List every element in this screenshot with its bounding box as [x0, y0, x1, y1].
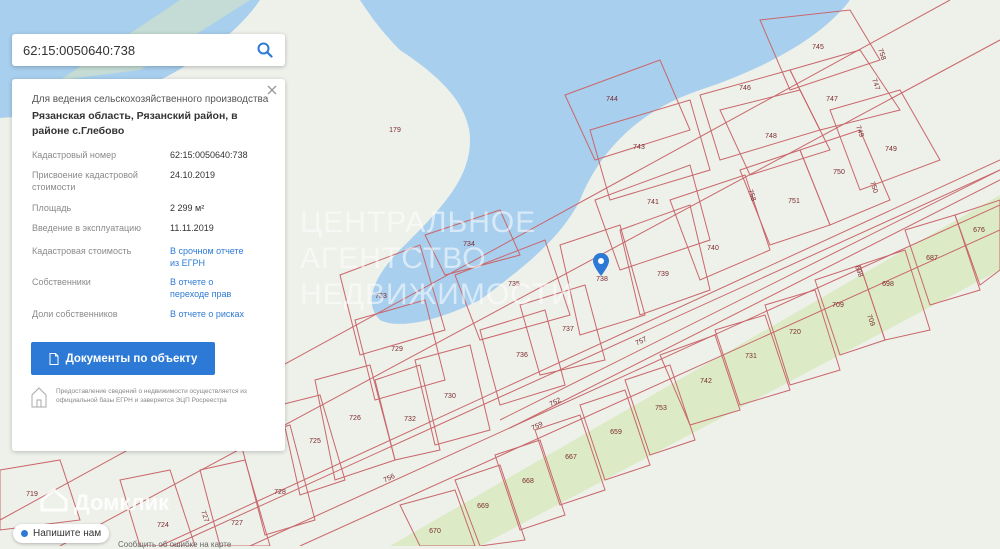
parcel-info-card: Для ведения сельскохозяйственного произв…	[12, 79, 285, 451]
owners-link[interactable]: В отчете о переходе прав	[170, 276, 250, 300]
search-bar	[12, 34, 285, 66]
parcel-label: 745	[812, 44, 824, 51]
parcel-label: 748	[765, 133, 777, 140]
parcel-label: 747	[826, 96, 838, 103]
parcel-label: 744	[606, 96, 618, 103]
search-input[interactable]	[21, 41, 250, 59]
report-error-link[interactable]: Сообщить об ошибке на карте	[118, 540, 231, 549]
parcel-label: 746	[739, 85, 751, 92]
cadastral-value-link[interactable]: В срочном отчете из ЕГРН	[170, 245, 250, 269]
documents-button-label: Документы по объекту	[65, 352, 198, 365]
parcel-label: 709	[832, 302, 844, 309]
parcel-label: 740	[707, 245, 719, 252]
parcel-label: 719	[26, 491, 38, 498]
parcel-label: 751	[788, 198, 800, 205]
info-label: Введение в эксплуатацию	[32, 223, 141, 233]
document-icon	[49, 352, 59, 365]
parcel-label: 731	[745, 353, 757, 360]
parcel-label: 741	[647, 199, 659, 206]
parcel-label: 732	[404, 416, 416, 423]
parcel-label: 737	[562, 326, 574, 333]
parcel-label: 736	[516, 352, 528, 359]
parcel-label: 670	[429, 528, 441, 535]
parcel-label: 730	[444, 393, 456, 400]
parcel-label: 724	[157, 522, 169, 529]
info-label: Присвоение кадастровой стоимости	[32, 170, 138, 192]
house-shield-icon	[31, 387, 47, 408]
domclick-logo-icon	[40, 488, 68, 512]
parcel-label: 720	[789, 329, 801, 336]
parcel-label: 725	[309, 438, 321, 445]
agency-watermark: ЦЕНТРАЛЬНОЕ АГЕНТСТВО НЕДВИЖИМОСТИ	[300, 205, 620, 313]
chat-button[interactable]: Напишите нам	[13, 524, 110, 543]
parcel-label: 676	[973, 227, 985, 234]
parcel-label: 669	[477, 503, 489, 510]
info-label: Собственники	[32, 277, 91, 287]
info-value: 2 299 м²	[170, 203, 205, 213]
chat-dot-icon	[21, 530, 28, 537]
parcel-label: 742	[700, 378, 712, 385]
info-label: Доли собственников	[32, 309, 118, 319]
watermark-line: ЦЕНТРАЛЬНОЕ	[300, 206, 537, 239]
parcel-label: 668	[522, 478, 534, 485]
parcel-label: 743	[633, 144, 645, 151]
parcel-label: 753	[655, 405, 667, 412]
parcel-label: 179	[389, 127, 401, 134]
info-label: Площадь	[32, 203, 72, 213]
parcel-label: 659	[610, 429, 622, 436]
chat-button-label: Напишите нам	[33, 528, 102, 539]
parcel-label: 729	[391, 346, 403, 353]
parcel-label: 727	[231, 520, 243, 527]
parcel-label: 726	[349, 415, 361, 422]
egrn-footnote: Предоставление сведений о недвижимости о…	[56, 388, 247, 404]
info-label: Кадастровый номер	[32, 150, 117, 160]
documents-button[interactable]: Документы по объекту	[31, 342, 215, 375]
watermark-line: АГЕНТСТВО	[300, 242, 487, 275]
parcel-label: 749	[885, 146, 897, 153]
parcel-label: 728	[274, 489, 286, 496]
info-value: 11.11.2019	[170, 223, 214, 233]
info-value: 62:15:0050640:738	[170, 150, 248, 160]
parcel-label: 687	[926, 255, 938, 262]
parcel-label: 750	[833, 169, 845, 176]
owner-shares-link[interactable]: В отчете о рисках	[170, 308, 280, 320]
watermark-line: НЕДВИЖИМОСТИ	[300, 278, 574, 311]
parcel-label: 739	[657, 271, 669, 278]
parcel-label: 667	[565, 454, 577, 461]
land-use-purpose: Для ведения сельскохозяйственного произв…	[32, 94, 269, 105]
domclick-brand: Домклик	[74, 490, 170, 515]
info-value: 24.10.2019	[170, 170, 216, 180]
parcel-address: Рязанская область, Рязанский район, в ра…	[32, 110, 238, 137]
search-icon[interactable]	[257, 42, 273, 58]
parcel-label: 698	[882, 281, 894, 288]
info-label: Кадастровая стоимость	[32, 246, 132, 256]
